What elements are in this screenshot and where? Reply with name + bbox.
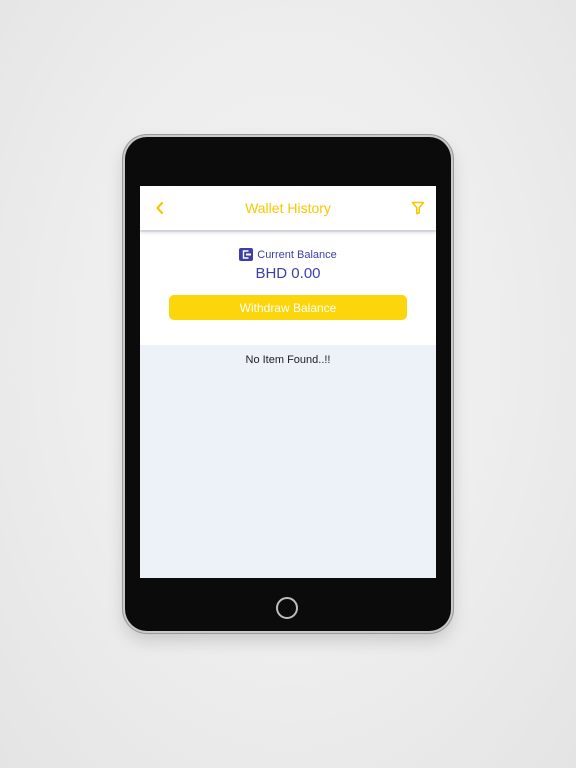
balance-label: Current Balance [257, 248, 337, 261]
balance-card: Current Balance BHD 0.00 Withdraw Balanc… [140, 232, 436, 345]
wallet-icon [239, 248, 254, 261]
tablet-device: Wallet History Current Balance BHD 0.00 … [125, 137, 451, 631]
device-home-button[interactable] [276, 597, 298, 619]
withdraw-balance-button[interactable]: Withdraw Balance [169, 295, 407, 320]
empty-state-message: No Item Found..!! [245, 354, 331, 366]
page-title: Wallet History [245, 200, 331, 216]
balance-amount: BHD 0.00 [255, 265, 321, 282]
app-header: Wallet History [140, 186, 436, 230]
filter-button[interactable] [408, 198, 428, 218]
filter-icon [411, 201, 425, 215]
app-screen: Wallet History Current Balance BHD 0.00 … [140, 186, 436, 578]
balance-label-row: Current Balance [140, 248, 436, 261]
